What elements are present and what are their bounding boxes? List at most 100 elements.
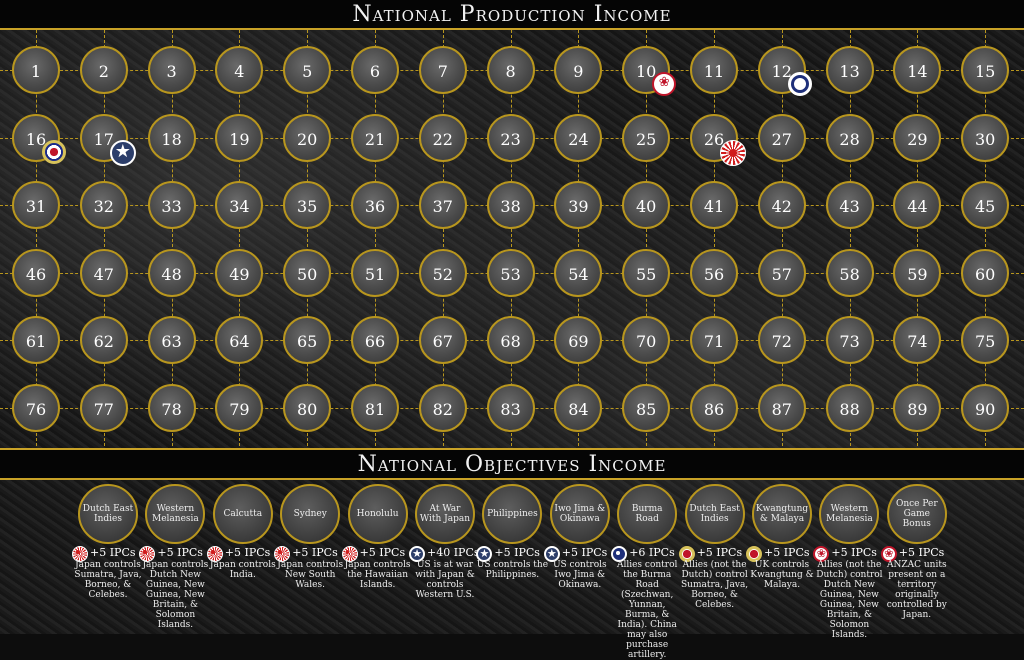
track-space-51[interactable]: 51 <box>351 248 399 297</box>
track-space-30[interactable]: 30 <box>961 113 1010 162</box>
track-space-24[interactable]: 24 <box>554 113 603 162</box>
track-space-71[interactable]: 71 <box>690 316 738 364</box>
track-space-20[interactable]: 20 <box>283 113 332 162</box>
track-space-37[interactable]: 37 <box>418 181 467 229</box>
track-space-48[interactable]: 48 <box>147 248 196 297</box>
track-space-7[interactable]: 7 <box>418 46 467 94</box>
objective-description: Japan controls the Hawaiian Islands. <box>344 560 411 590</box>
track-space-82[interactable]: 82 <box>418 383 467 432</box>
track-space-63[interactable]: 63 <box>147 316 196 364</box>
objective-value: +5 IPCs <box>157 546 203 559</box>
china-income-marker[interactable] <box>787 72 812 96</box>
track-space-76[interactable]: 76 <box>12 383 60 432</box>
track-space-81[interactable]: 81 <box>351 383 399 432</box>
track-space-23[interactable]: 23 <box>486 113 535 162</box>
track-space-66[interactable]: 66 <box>351 316 399 364</box>
track-space-78[interactable]: 78 <box>147 383 196 432</box>
track-space-2[interactable]: 2 <box>79 46 128 94</box>
track-space-87[interactable]: 87 <box>757 383 806 432</box>
track-space-36[interactable]: 36 <box>351 181 399 229</box>
objective-name: Burma Road <box>617 484 678 544</box>
track-space-22[interactable]: 22 <box>418 113 467 162</box>
track-space-45[interactable]: 45 <box>961 181 1010 229</box>
track-space-65[interactable]: 65 <box>283 316 332 364</box>
objective-name: Sydney <box>280 484 341 544</box>
uk-income-marker[interactable] <box>42 139 66 164</box>
objective-value: +5 IPCs <box>359 546 406 559</box>
track-space-3[interactable]: 3 <box>147 46 196 94</box>
track-space-5[interactable]: 5 <box>283 46 332 94</box>
track-space-25[interactable]: 25 <box>622 113 671 162</box>
track-space-28[interactable]: 28 <box>825 113 874 162</box>
japan-income-marker[interactable] <box>720 139 746 166</box>
objective-value: +5 IPCs <box>764 546 810 559</box>
track-space-35[interactable]: 35 <box>283 181 332 229</box>
track-space-77[interactable]: 77 <box>79 383 128 432</box>
track-space-79[interactable]: 79 <box>215 383 264 432</box>
track-space-18[interactable]: 18 <box>147 113 196 162</box>
track-space-88[interactable]: 88 <box>825 383 874 432</box>
track-space-85[interactable]: 85 <box>622 383 671 432</box>
track-space-47[interactable]: 47 <box>79 248 128 297</box>
track-space-13[interactable]: 13 <box>825 46 874 94</box>
objective-value: +6 IPCs <box>629 546 675 559</box>
objective-description: ANZAC units present on a territory origi… <box>886 560 947 620</box>
track-space-61[interactable]: 61 <box>12 316 60 364</box>
track-space-1[interactable]: 1 <box>12 46 60 94</box>
track-space-67[interactable]: 67 <box>418 316 467 364</box>
objective-description: Japan controls India. <box>209 560 276 580</box>
objective-name: Philippines <box>482 484 543 544</box>
track-space-70[interactable]: 70 <box>622 316 671 364</box>
track-space-53[interactable]: 53 <box>486 248 535 297</box>
track-space-32[interactable]: 32 <box>79 181 128 229</box>
track-space-59[interactable]: 59 <box>893 248 942 297</box>
track-space-19[interactable]: 19 <box>215 113 264 162</box>
track-space-90[interactable]: 90 <box>961 383 1010 432</box>
objectives-title: National Objectives Income <box>0 448 1024 480</box>
objective-value: +5 IPCs <box>561 546 608 559</box>
track-space-43[interactable]: 43 <box>825 181 874 229</box>
anzac-income-marker[interactable]: ❀ <box>652 72 677 96</box>
track-space-21[interactable]: 21 <box>351 113 399 162</box>
track-space-84[interactable]: 84 <box>554 383 603 432</box>
track-space-27[interactable]: 27 <box>757 113 806 162</box>
us-income-marker[interactable]: ★ <box>109 139 136 166</box>
track-space-68[interactable]: 68 <box>486 316 535 364</box>
track-space-50[interactable]: 50 <box>283 248 332 297</box>
track-space-52[interactable]: 52 <box>418 248 467 297</box>
track-space-75[interactable]: 75 <box>961 316 1010 364</box>
track-space-41[interactable]: 41 <box>690 181 738 229</box>
track-space-55[interactable]: 55 <box>622 248 671 297</box>
track-space-38[interactable]: 38 <box>486 181 535 229</box>
objective-name: Calcutta <box>212 484 273 544</box>
objective-description: Japan controls Sumatra, Java, Borneo, & … <box>74 560 142 600</box>
track-space-57[interactable]: 57 <box>757 248 806 297</box>
track-space-40[interactable]: 40 <box>622 181 671 229</box>
objective-name: Dutch East Indies <box>78 484 138 544</box>
track-space-49[interactable]: 49 <box>215 248 264 297</box>
track-space-54[interactable]: 54 <box>554 248 603 297</box>
track-space-60[interactable]: 60 <box>961 248 1010 297</box>
track-space-8[interactable]: 8 <box>486 46 535 94</box>
track-space-33[interactable]: 33 <box>147 181 196 229</box>
objective-description: Allies control the Burma Road (Szechwan,… <box>616 560 678 660</box>
track-space-73[interactable]: 73 <box>825 316 874 364</box>
track-space-56[interactable]: 56 <box>690 248 738 297</box>
track-space-83[interactable]: 83 <box>486 383 535 432</box>
track-space-31[interactable]: 31 <box>12 181 60 229</box>
track-space-15[interactable]: 15 <box>961 46 1010 94</box>
objective-description: Allies (not the Dutch) control Dutch New… <box>816 560 883 640</box>
track-space-46[interactable]: 46 <box>12 248 60 297</box>
track-space-62[interactable]: 62 <box>79 316 128 364</box>
objective-value: +5 IPCs <box>898 546 945 559</box>
track-space-72[interactable]: 72 <box>757 316 806 364</box>
objective-value: +5 IPCs <box>494 546 540 559</box>
track-space-89[interactable]: 89 <box>893 383 942 432</box>
track-space-86[interactable]: 86 <box>690 383 738 432</box>
track-space-80[interactable]: 80 <box>283 383 332 432</box>
track-space-58[interactable]: 58 <box>825 248 874 297</box>
track-space-42[interactable]: 42 <box>757 181 806 229</box>
track-space-6[interactable]: 6 <box>351 46 399 94</box>
track-space-11[interactable]: 11 <box>690 46 738 94</box>
track-space-29[interactable]: 29 <box>893 113 942 162</box>
